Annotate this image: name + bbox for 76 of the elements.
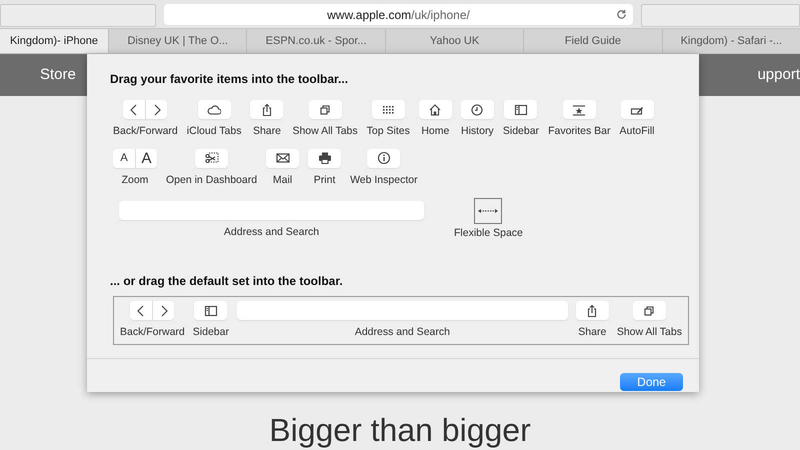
- toolbar-field[interactable]: [0, 4, 156, 27]
- browser-tab[interactable]: ESPN.co.uk - Spor...: [246, 29, 385, 53]
- scissors-icon: [204, 151, 219, 166]
- done-button[interactable]: Done: [620, 373, 683, 391]
- item-label: Print: [314, 172, 336, 188]
- item-label: Zoom: [122, 172, 148, 188]
- toolbar-item-tile[interactable]: [632, 301, 666, 320]
- hero-subtitle: Bigger than bigger: [269, 414, 531, 446]
- item-label: History: [461, 124, 494, 139]
- flexible-space-tile[interactable]: [474, 198, 502, 224]
- sheet-heading: Drag your favorite items into the toolbar...: [110, 71, 350, 88]
- item-label: Back/Forward: [113, 124, 178, 139]
- item-label: Mail: [272, 172, 292, 188]
- browser-tab[interactable]: Yahoo UK: [384, 29, 524, 53]
- item-label: Address and Search: [224, 224, 320, 240]
- item-label: Sidebar: [502, 124, 540, 139]
- print-icon: [318, 151, 332, 166]
- default-set-box[interactable]: Back/Forward Sidebar Address and Search Share Show All Tabs: [113, 296, 689, 345]
- toolbar-item-tile[interactable]: [504, 100, 538, 119]
- toolbar-item-tile[interactable]: [250, 100, 284, 119]
- toolbar-item-tile[interactable]: [372, 100, 405, 119]
- back-forward-tile[interactable]: [130, 301, 174, 320]
- sidebar-icon: [204, 304, 218, 318]
- browser-tab[interactable]: Disney UK | The O...: [108, 29, 246, 53]
- tabs-icon: [318, 102, 332, 116]
- toolbar-item-tile[interactable]: [194, 301, 228, 320]
- item-label: iCloud Tabs: [186, 124, 242, 139]
- tabs-icon: [642, 304, 656, 318]
- item-label: Home: [421, 124, 450, 139]
- item-label: Top Sites: [366, 124, 410, 139]
- item-label: Share: [578, 325, 606, 340]
- home-icon: [428, 102, 442, 116]
- item-label: Share: [252, 124, 281, 139]
- item-label: AutoFill: [620, 124, 655, 139]
- item-label: Sidebar: [192, 325, 229, 340]
- nav-link[interactable]: Store: [40, 64, 76, 86]
- toolbar-item-tile[interactable]: [308, 100, 342, 119]
- toolbar-item-tile[interactable]: [576, 301, 609, 320]
- toolbar-item-tile[interactable]: [620, 100, 654, 119]
- toolbar-item-tile[interactable]: [195, 148, 228, 168]
- browser-tab[interactable]: Field Guide: [523, 29, 662, 53]
- item-label: Web Inspector: [350, 172, 418, 188]
- sidebar-icon: [514, 102, 528, 116]
- reload-icon[interactable]: [616, 9, 627, 20]
- zoom-glyph: A: [120, 152, 128, 164]
- toolbar-item-tile[interactable]: [198, 100, 231, 119]
- item-label: Flexible Space: [454, 226, 523, 240]
- item-label: Open in Dashboard: [166, 172, 258, 188]
- cloud-icon: [207, 102, 222, 116]
- toolbar-item-tile[interactable]: [266, 148, 300, 168]
- browser-tab[interactable]: Kingdom) - Safari -...: [662, 29, 800, 53]
- item-label: Show All Tabs: [292, 124, 358, 139]
- browser-tab[interactable]: Kingdom)- iPhone: [0, 29, 108, 53]
- address-text: www.apple.com/uk/iphone/: [327, 6, 470, 24]
- nav-link[interactable]: upport: [757, 64, 800, 86]
- toolbar-item-tile[interactable]: [367, 148, 400, 168]
- item-label: Back/Forward: [120, 325, 185, 340]
- address-field-tile[interactable]: [119, 200, 424, 220]
- clock-icon: [470, 102, 484, 116]
- sheet-heading: ... or drag the default set into the toolbar.: [110, 273, 344, 290]
- back-forward-tile[interactable]: [123, 100, 168, 119]
- toolbar-item-tile[interactable]: [562, 100, 596, 119]
- item-label: Show All Tabs: [616, 325, 682, 340]
- item-label: Address and Search: [354, 325, 450, 340]
- toolbar-field[interactable]: [641, 4, 800, 27]
- mail-icon: [276, 151, 290, 166]
- favorites-bar-icon: [572, 102, 586, 116]
- zoom-glyph: A: [141, 150, 152, 166]
- address-bar[interactable]: www.apple.com/uk/iphone/: [164, 4, 633, 25]
- item-label: Favorites Bar: [548, 124, 610, 139]
- toolbar-item-tile[interactable]: [418, 100, 452, 119]
- toolbar-item-tile[interactable]: [460, 100, 494, 119]
- zoom-tile[interactable]: A A: [113, 148, 157, 168]
- address-field-tile[interactable]: [236, 301, 568, 320]
- toolbar-item-tile[interactable]: [308, 148, 342, 168]
- info-icon: [376, 151, 391, 166]
